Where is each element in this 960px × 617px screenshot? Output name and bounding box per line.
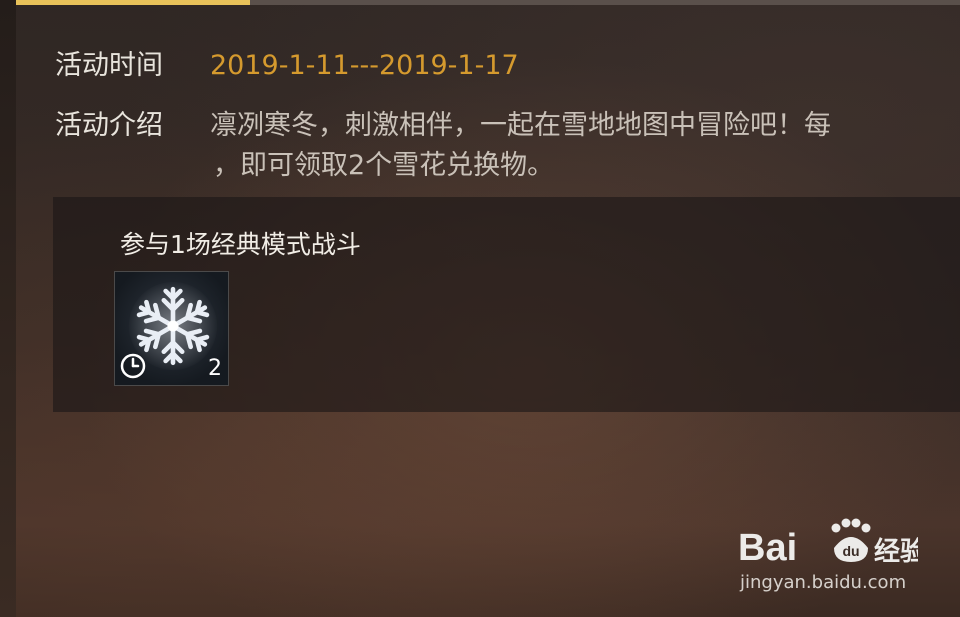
event-time-label: 活动时间	[55, 50, 163, 81]
reward-item[interactable]: 2	[114, 271, 229, 386]
baidu-jingyan-logo: Bai du 经验	[738, 518, 918, 569]
event-intro-label: 活动介绍	[55, 110, 163, 141]
task-panel: 参与1场经典模式战斗 2	[53, 197, 960, 412]
logo-text-du: du	[842, 543, 859, 559]
logo-text-bai: Bai	[738, 527, 797, 569]
active-tab-indicator	[16, 0, 250, 5]
watermark-url: jingyan.baidu.com	[740, 572, 907, 593]
event-time-value: 2019-1-11---2019-1-17	[210, 50, 519, 81]
event-intro-line-2: ，即可领取2个雪花兑换物。	[213, 150, 555, 181]
reward-quantity: 2	[208, 356, 222, 381]
task-title: 参与1场经典模式战斗	[120, 230, 361, 259]
event-time-row: 活动时间 2019-1-11---2019-1-17	[55, 48, 519, 84]
clock-icon	[120, 353, 146, 379]
paw-icon: du	[831, 518, 871, 562]
event-intro-line-1: 凛冽寒冬，刺激相伴，一起在雪地地图中冒险吧！每	[210, 110, 831, 141]
event-intro-row: 活动介绍 凛冽寒冬，刺激相伴，一起在雪地地图中冒险吧！每	[55, 108, 831, 144]
left-edge-strip	[0, 0, 16, 617]
logo-text-jingyan: 经验	[874, 536, 918, 567]
